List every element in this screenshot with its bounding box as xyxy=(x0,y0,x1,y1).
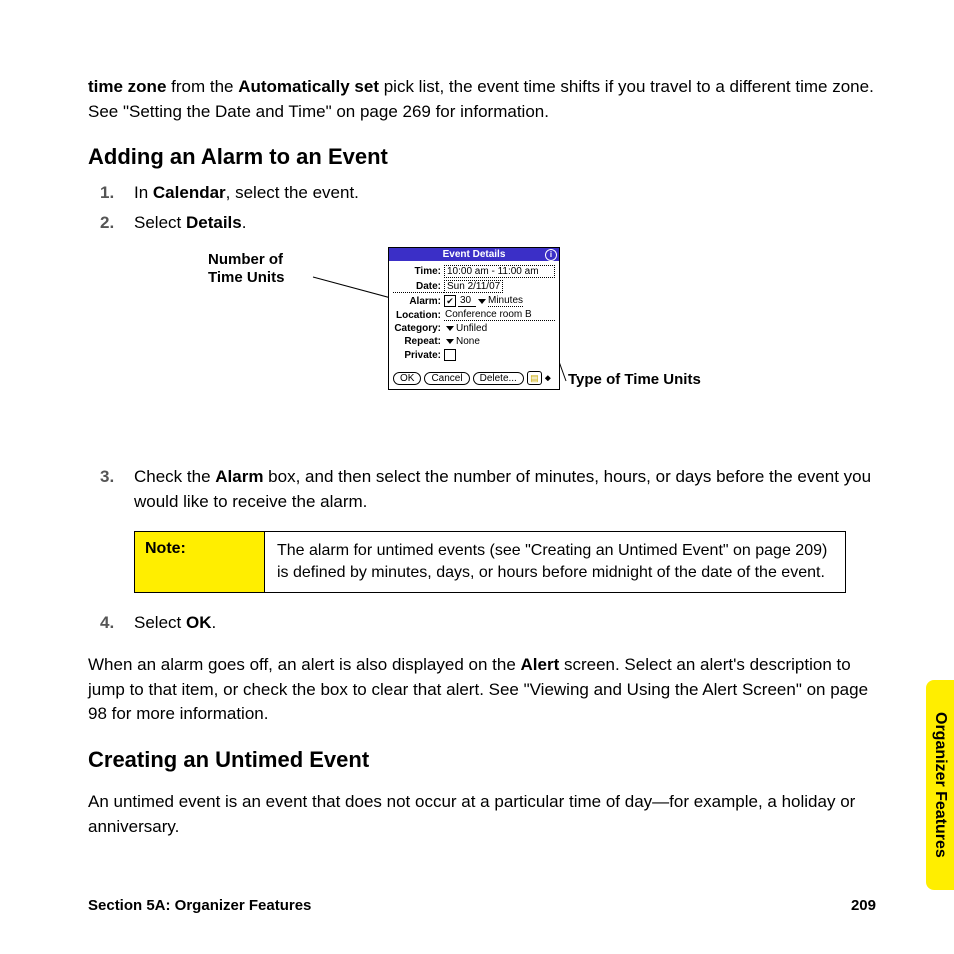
callout-type-units: Type of Time Units xyxy=(568,371,701,388)
date-label: Date: xyxy=(393,281,444,293)
private-checkbox[interactable] xyxy=(444,349,456,361)
alarm-checkbox[interactable]: ✔ xyxy=(444,295,456,307)
cancel-button[interactable]: Cancel xyxy=(424,372,469,385)
category-label: Category: xyxy=(393,323,444,334)
step-number: 3. xyxy=(100,465,114,490)
paragraph-untimed-desc: An untimed event is an event that does n… xyxy=(88,790,876,839)
step-text: Select OK. xyxy=(134,613,216,632)
side-tab-label: Organizer Features xyxy=(931,712,949,858)
intro-fragment: time zone from the Automatically set pic… xyxy=(88,75,876,124)
note-icon[interactable]: ▤ xyxy=(527,371,542,385)
paragraph-alert-info: When an alarm goes off, an alert is also… xyxy=(88,653,876,727)
heading-adding-alarm: Adding an Alarm to an Event xyxy=(88,144,876,170)
time-label: Time: xyxy=(393,266,444,277)
note-label: Note: xyxy=(135,532,265,593)
heading-untimed-event: Creating an Untimed Event xyxy=(88,747,876,773)
step-text: Select Details. xyxy=(134,213,246,232)
palm-title-text: Event Details xyxy=(443,249,506,260)
step-4: 4. Select OK. xyxy=(88,611,876,636)
step-number: 2. xyxy=(100,210,114,236)
palm-title-bar: Event Details i xyxy=(389,248,559,261)
category-value: Unfiled xyxy=(456,323,487,334)
step-text: Check the Alarm box, and then select the… xyxy=(134,467,871,511)
delete-button[interactable]: Delete... xyxy=(473,372,524,385)
alarm-number-field[interactable]: 30 xyxy=(458,295,476,307)
footer-section: Section 5A: Organizer Features xyxy=(88,897,311,914)
step-2: 2. Select Details. xyxy=(88,210,876,236)
figure-event-details: Number of Time Units Type of Time Units … xyxy=(88,247,876,447)
note-box: Note: The alarm for untimed events (see … xyxy=(134,531,846,594)
step-text: In Calendar, select the event. xyxy=(134,183,359,202)
nav-diamond-icon[interactable] xyxy=(545,375,551,381)
page-number: 209 xyxy=(851,897,876,914)
steps-list-1: 1. In Calendar, select the event. 2. Selec… xyxy=(88,180,876,235)
chevron-down-icon[interactable] xyxy=(478,299,486,304)
alarm-unit-label: Minutes xyxy=(488,295,523,307)
callout-number-units: Number of Time Units xyxy=(208,251,318,286)
time-field[interactable]: 10:00 am - 11:00 am xyxy=(444,265,555,278)
private-label: Private: xyxy=(393,350,444,361)
note-text: The alarm for untimed events (see "Creat… xyxy=(265,532,845,593)
side-tab: Organizer Features xyxy=(926,680,954,890)
repeat-value: None xyxy=(456,336,480,347)
ok-button[interactable]: OK xyxy=(393,372,421,385)
location-label: Location: xyxy=(393,310,444,321)
chevron-down-icon[interactable] xyxy=(446,326,454,331)
alarm-label: Alarm: xyxy=(393,296,444,307)
info-icon[interactable]: i xyxy=(545,249,557,261)
chevron-down-icon[interactable] xyxy=(446,339,454,344)
step-number: 4. xyxy=(100,611,114,636)
step-3: 3. Check the Alarm box, and then select … xyxy=(88,465,876,514)
palm-dialog: Event Details i Time: 10:00 am - 11:00 a… xyxy=(388,247,560,390)
location-field[interactable]: Conference room B xyxy=(444,309,555,321)
step-1: 1. In Calendar, select the event. xyxy=(88,180,876,206)
repeat-label: Repeat: xyxy=(393,336,444,347)
step-number: 1. xyxy=(100,180,114,206)
date-field[interactable]: Sun 2/11/07 xyxy=(444,280,503,293)
